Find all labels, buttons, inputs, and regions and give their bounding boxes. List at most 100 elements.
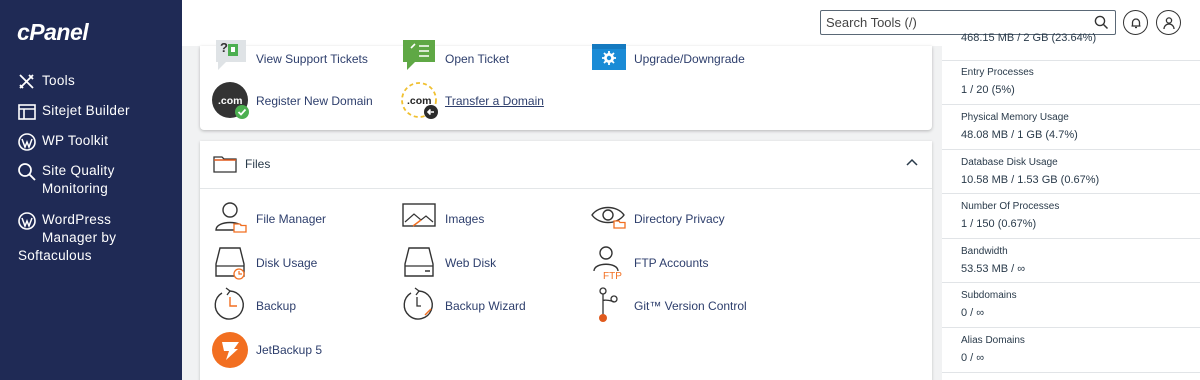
chevron-up-icon[interactable] — [906, 158, 918, 166]
stat-value: 1 / 150 (0.67%) — [961, 218, 1037, 230]
tool-label: Register New Domain — [256, 94, 373, 108]
stat-value: 1 / 20 (5%) — [961, 84, 1015, 96]
stat-value: 10.58 MB / 1.53 GB (0.67%) — [961, 174, 1100, 186]
stat-label: Number Of Processes — [961, 201, 1060, 212]
user-icon — [1163, 17, 1175, 30]
search-input[interactable] — [821, 11, 1091, 34]
jetbackup-link[interactable]: JetBackup 5 — [212, 331, 382, 371]
tool-label: JetBackup 5 — [256, 343, 323, 357]
view-support-tickets-link[interactable]: ? View Support Tickets — [212, 40, 382, 80]
stat-value: 0 / ∞ — [961, 352, 985, 364]
sidebar-item-label: Monitoring — [42, 181, 109, 196]
stat-database-disk: Database Disk Usage 10.58 MB / 1.53 GB (… — [942, 150, 1200, 194]
main-content: ? View Support Tickets Open Ticket Upgra… — [182, 40, 942, 380]
ftp-accounts-icon: FTP — [593, 246, 622, 282]
support-ticket-icon: ? — [216, 40, 246, 70]
sidebar-item-label: Tools — [42, 73, 76, 88]
jetbackup-icon — [212, 332, 248, 368]
stat-label: Physical Memory Usage — [961, 112, 1069, 123]
disk-usage-link[interactable]: Disk Usage — [212, 244, 382, 284]
file-manager-icon — [215, 202, 247, 233]
stat-value: 468.15 MB / 2 GB (23.64%) — [961, 32, 1097, 44]
sidebar-item-label: WordPress — [42, 212, 112, 227]
wordpress-icon — [18, 212, 36, 230]
stat-value: 0 / ∞ — [961, 307, 985, 319]
domain-badge: .com — [407, 95, 432, 107]
directory-privacy-icon — [591, 206, 626, 229]
stat-alias-domains: Alias Domains 0 / ∞ — [942, 328, 1200, 373]
section-title: Files — [245, 157, 271, 171]
sidebar-item-tools[interactable]: Tools — [0, 72, 75, 90]
stat-label: Bandwidth — [961, 246, 1008, 257]
backup-link[interactable]: Backup — [212, 287, 382, 327]
files-section: Files File Manager Images Directory Priv… — [200, 141, 932, 380]
svg-text:?: ? — [220, 40, 228, 55]
git-version-control-link[interactable]: Git™ Version Control — [590, 287, 760, 327]
tool-label: Images — [445, 212, 485, 226]
web-disk-link[interactable]: Web Disk — [401, 244, 571, 284]
stat-value: 53.53 MB / ∞ — [961, 263, 1026, 275]
transfer-domain-link[interactable]: .com Transfer a Domain — [401, 82, 571, 122]
sidebar-item-label: Sitejet Builder — [42, 103, 130, 118]
statistics-panel: 468.15 MB / 2 GB (23.64%) Entry Processe… — [942, 32, 1200, 380]
domain-badge: .com — [218, 95, 243, 107]
support-domains-card: ? View Support Tickets Open Ticket Upgra… — [200, 40, 932, 130]
sidebar: cPanel Tools Sitejet Builder WP Toolkit … — [0, 0, 182, 380]
cpanel-logo[interactable]: cPanel — [17, 19, 89, 46]
register-domain-icon: .com — [212, 82, 249, 119]
search-icon — [18, 163, 36, 181]
images-link[interactable]: Images — [401, 200, 571, 240]
sidebar-item-wordpress-manager[interactable]: WordPress Manager by Softaculous — [0, 211, 116, 265]
stat-bandwidth: Bandwidth 53.53 MB / ∞ — [942, 239, 1200, 283]
upgrade-icon — [592, 44, 626, 70]
register-new-domain-link[interactable]: .com Register New Domain — [212, 82, 382, 122]
ftp-badge: FTP — [603, 271, 622, 282]
ftp-accounts-link[interactable]: FTP FTP Accounts — [590, 244, 760, 284]
sidebar-item-label: Site Quality — [42, 163, 115, 178]
files-section-header[interactable]: Files — [200, 141, 932, 189]
notifications-button[interactable] — [1123, 10, 1148, 35]
stat-subdomains: Subdomains 0 / ∞ — [942, 283, 1200, 328]
file-manager-link[interactable]: File Manager — [212, 200, 382, 240]
tool-label: Backup — [256, 299, 297, 313]
sidebar-item-sitejet[interactable]: Sitejet Builder — [0, 102, 130, 120]
sitejet-icon — [18, 104, 36, 120]
transfer-domain-icon: .com — [401, 82, 438, 119]
stat-label: Entry Processes — [961, 67, 1034, 78]
images-icon — [402, 203, 436, 227]
tool-label: Web Disk — [445, 256, 497, 270]
tool-label: FTP Accounts — [634, 256, 709, 270]
open-ticket-icon — [403, 40, 435, 70]
wordpress-icon — [18, 133, 36, 151]
tool-label: File Manager — [256, 212, 327, 226]
sidebar-item-site-quality[interactable]: Site Quality Monitoring — [0, 162, 115, 198]
backup-icon — [214, 287, 244, 320]
sidebar-item-wp-toolkit[interactable]: WP Toolkit — [0, 132, 109, 151]
backup-wizard-icon — [403, 287, 433, 320]
stat-label: Subdomains — [961, 290, 1017, 301]
tool-label: Git™ Version Control — [634, 299, 747, 313]
upgrade-downgrade-link[interactable]: Upgrade/Downgrade — [590, 40, 760, 80]
tools-icon — [19, 74, 34, 89]
stat-entry-processes: Entry Processes 1 / 20 (5%) — [942, 61, 1200, 105]
tool-label: Open Ticket — [445, 52, 510, 66]
open-ticket-link[interactable]: Open Ticket — [401, 40, 571, 80]
tool-label: Directory Privacy — [634, 212, 725, 226]
folder-icon — [213, 156, 237, 173]
tool-label: Upgrade/Downgrade — [634, 52, 745, 66]
search-icon[interactable] — [1094, 15, 1109, 30]
stat-value: 48.08 MB / 1 GB (4.7%) — [961, 129, 1078, 141]
web-disk-icon — [404, 247, 434, 277]
tool-label: Backup Wizard — [445, 299, 526, 313]
git-icon — [599, 287, 618, 322]
stat-disk-usage: 468.15 MB / 2 GB (23.64%) — [942, 32, 1200, 61]
bell-icon — [1131, 18, 1141, 29]
disk-usage-icon — [215, 247, 245, 280]
stat-number-of-processes: Number Of Processes 1 / 150 (0.67%) — [942, 194, 1200, 239]
backup-wizard-link[interactable]: Backup Wizard — [401, 287, 571, 327]
directory-privacy-link[interactable]: Directory Privacy — [590, 200, 760, 240]
tool-label: Disk Usage — [256, 256, 318, 270]
sidebar-item-label: Softaculous — [18, 248, 92, 263]
sidebar-item-label: WP Toolkit — [42, 133, 109, 148]
user-menu-button[interactable] — [1156, 10, 1181, 35]
